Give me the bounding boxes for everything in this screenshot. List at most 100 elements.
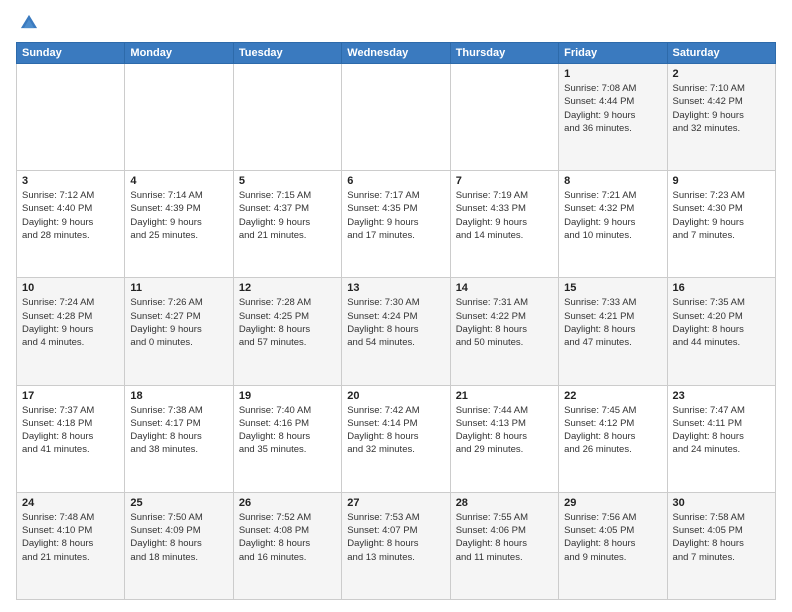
day-cell: 9 Sunrise: 7:23 AMSunset: 4:30 PMDaylight… [667, 171, 775, 278]
weekday-header-monday: Monday [125, 43, 233, 64]
day-cell: 12Sunrise: 7:28 AMSunset: 4:25 PMDayligh… [233, 278, 341, 385]
day-cell: 5 Sunrise: 7:15 AMSunset: 4:37 PMDaylight… [233, 171, 341, 278]
day-cell: 21 Sunrise: 7:44 AMSunset: 4:13 PMDayligh… [450, 385, 558, 492]
day-number: 16 [673, 282, 770, 294]
day-detail: Sunrise: 7:45 AMSunset: 4:12 PMDaylight:… [564, 404, 661, 457]
day-cell: 17 Sunrise: 7:37 AMSunset: 4:18 PMDayligh… [17, 385, 125, 492]
weekday-header-friday: Friday [559, 43, 667, 64]
day-number: 18 [130, 390, 227, 402]
day-cell: 2Sunrise: 7:10 AMSunset: 4:42 PMDaylight… [667, 64, 775, 171]
day-number: 6 [347, 175, 444, 187]
day-number: 9 [673, 175, 770, 187]
day-detail: Sunrise: 7:15 AMSunset: 4:37 PMDaylight:… [239, 189, 336, 242]
day-detail: Sunrise: 7:48 AMSunset: 4:10 PMDaylight:… [22, 511, 119, 564]
day-number: 13 [347, 282, 444, 294]
calendar-body: 1 Sunrise: 7:08 AMSunset: 4:44 PMDaylight… [17, 64, 776, 600]
day-detail: Sunrise: 7:08 AMSunset: 4:44 PMDaylight:… [564, 82, 661, 135]
day-cell: 27Sunrise: 7:53 AMSunset: 4:07 PMDayligh… [342, 492, 450, 599]
day-number: 22 [564, 390, 661, 402]
day-number: 24 [22, 497, 119, 509]
day-cell [342, 64, 450, 171]
day-number: 29 [564, 497, 661, 509]
week-row-2: 3 Sunrise: 7:12 AMSunset: 4:40 PMDaylight… [17, 171, 776, 278]
day-cell [125, 64, 233, 171]
day-detail: Sunrise: 7:35 AMSunset: 4:20 PMDaylight:… [673, 296, 770, 349]
day-cell [233, 64, 341, 171]
weekday-header-thursday: Thursday [450, 43, 558, 64]
day-number: 28 [456, 497, 553, 509]
day-number: 27 [347, 497, 444, 509]
day-cell: 23 Sunrise: 7:47 AMSunset: 4:11 PMDayligh… [667, 385, 775, 492]
day-detail: Sunrise: 7:37 AMSunset: 4:18 PMDaylight:… [22, 404, 119, 457]
day-detail: Sunrise: 7:14 AMSunset: 4:39 PMDaylight:… [130, 189, 227, 242]
day-cell: 3 Sunrise: 7:12 AMSunset: 4:40 PMDaylight… [17, 171, 125, 278]
day-number: 30 [673, 497, 770, 509]
day-cell: 22 Sunrise: 7:45 AMSunset: 4:12 PMDayligh… [559, 385, 667, 492]
day-cell: 24 Sunrise: 7:48 AMSunset: 4:10 PMDayligh… [17, 492, 125, 599]
day-cell [450, 64, 558, 171]
day-detail: Sunrise: 7:26 AMSunset: 4:27 PMDaylight:… [130, 296, 227, 349]
logo [16, 12, 42, 34]
day-cell: 18 Sunrise: 7:38 AMSunset: 4:17 PMDayligh… [125, 385, 233, 492]
logo-icon [18, 12, 40, 34]
week-row-1: 1 Sunrise: 7:08 AMSunset: 4:44 PMDaylight… [17, 64, 776, 171]
day-cell: 16 Sunrise: 7:35 AMSunset: 4:20 PMDayligh… [667, 278, 775, 385]
day-detail: Sunrise: 7:40 AMSunset: 4:16 PMDaylight:… [239, 404, 336, 457]
day-number: 5 [239, 175, 336, 187]
weekday-header-sunday: Sunday [17, 43, 125, 64]
day-cell: 8 Sunrise: 7:21 AMSunset: 4:32 PMDaylight… [559, 171, 667, 278]
calendar-header: SundayMondayTuesdayWednesdayThursdayFrid… [17, 43, 776, 64]
day-number: 8 [564, 175, 661, 187]
day-number: 7 [456, 175, 553, 187]
day-number: 20 [347, 390, 444, 402]
header [16, 12, 776, 34]
day-detail: Sunrise: 7:21 AMSunset: 4:32 PMDaylight:… [564, 189, 661, 242]
day-cell: 1 Sunrise: 7:08 AMSunset: 4:44 PMDaylight… [559, 64, 667, 171]
day-cell: 6 Sunrise: 7:17 AMSunset: 4:35 PMDaylight… [342, 171, 450, 278]
day-detail: Sunrise: 7:44 AMSunset: 4:13 PMDaylight:… [456, 404, 553, 457]
day-number: 10 [22, 282, 119, 294]
day-cell: 26 Sunrise: 7:52 AMSunset: 4:08 PMDayligh… [233, 492, 341, 599]
day-detail: Sunrise: 7:24 AMSunset: 4:28 PMDaylight:… [22, 296, 119, 349]
day-detail: Sunrise: 7:58 AMSunset: 4:05 PMDaylight:… [673, 511, 770, 564]
day-detail: Sunrise: 7:55 AMSunset: 4:06 PMDaylight:… [456, 511, 553, 564]
day-cell: 20 Sunrise: 7:42 AMSunset: 4:14 PMDayligh… [342, 385, 450, 492]
day-number: 1 [564, 68, 661, 80]
day-number: 19 [239, 390, 336, 402]
day-detail: Sunrise: 7:38 AMSunset: 4:17 PMDaylight:… [130, 404, 227, 457]
day-number: 17 [22, 390, 119, 402]
week-row-3: 10 Sunrise: 7:24 AMSunset: 4:28 PMDayligh… [17, 278, 776, 385]
day-number: 21 [456, 390, 553, 402]
day-number: 4 [130, 175, 227, 187]
day-number: 25 [130, 497, 227, 509]
day-cell: 4 Sunrise: 7:14 AMSunset: 4:39 PMDaylight… [125, 171, 233, 278]
day-number: 14 [456, 282, 553, 294]
day-cell: 30 Sunrise: 7:58 AMSunset: 4:05 PMDayligh… [667, 492, 775, 599]
day-cell: 7 Sunrise: 7:19 AMSunset: 4:33 PMDaylight… [450, 171, 558, 278]
day-detail: Sunrise: 7:33 AMSunset: 4:21 PMDaylight:… [564, 296, 661, 349]
day-detail: Sunrise: 7:42 AMSunset: 4:14 PMDaylight:… [347, 404, 444, 457]
calendar-table: SundayMondayTuesdayWednesdayThursdayFrid… [16, 42, 776, 600]
day-number: 3 [22, 175, 119, 187]
day-detail: Sunrise: 7:10 AMSunset: 4:42 PMDaylight:… [673, 82, 770, 135]
day-cell: 28 Sunrise: 7:55 AMSunset: 4:06 PMDayligh… [450, 492, 558, 599]
week-row-5: 24 Sunrise: 7:48 AMSunset: 4:10 PMDayligh… [17, 492, 776, 599]
day-cell: 29 Sunrise: 7:56 AMSunset: 4:05 PMDayligh… [559, 492, 667, 599]
page: SundayMondayTuesdayWednesdayThursdayFrid… [0, 0, 792, 612]
day-detail: Sunrise: 7:19 AMSunset: 4:33 PMDaylight:… [456, 189, 553, 242]
day-detail: Sunrise: 7:52 AMSunset: 4:08 PMDaylight:… [239, 511, 336, 564]
day-detail: Sunrise: 7:56 AMSunset: 4:05 PMDaylight:… [564, 511, 661, 564]
day-number: 15 [564, 282, 661, 294]
day-detail: Sunrise: 7:17 AMSunset: 4:35 PMDaylight:… [347, 189, 444, 242]
day-cell: 15 Sunrise: 7:33 AMSunset: 4:21 PMDayligh… [559, 278, 667, 385]
day-detail: Sunrise: 7:50 AMSunset: 4:09 PMDaylight:… [130, 511, 227, 564]
day-cell: 25 Sunrise: 7:50 AMSunset: 4:09 PMDayligh… [125, 492, 233, 599]
weekday-header-row: SundayMondayTuesdayWednesdayThursdayFrid… [17, 43, 776, 64]
day-cell: 11Sunrise: 7:26 AMSunset: 4:27 PMDayligh… [125, 278, 233, 385]
day-detail: Sunrise: 7:12 AMSunset: 4:40 PMDaylight:… [22, 189, 119, 242]
weekday-header-saturday: Saturday [667, 43, 775, 64]
day-number: 23 [673, 390, 770, 402]
day-detail: Sunrise: 7:23 AMSunset: 4:30 PMDaylight:… [673, 189, 770, 242]
day-number: 26 [239, 497, 336, 509]
day-detail: Sunrise: 7:47 AMSunset: 4:11 PMDaylight:… [673, 404, 770, 457]
